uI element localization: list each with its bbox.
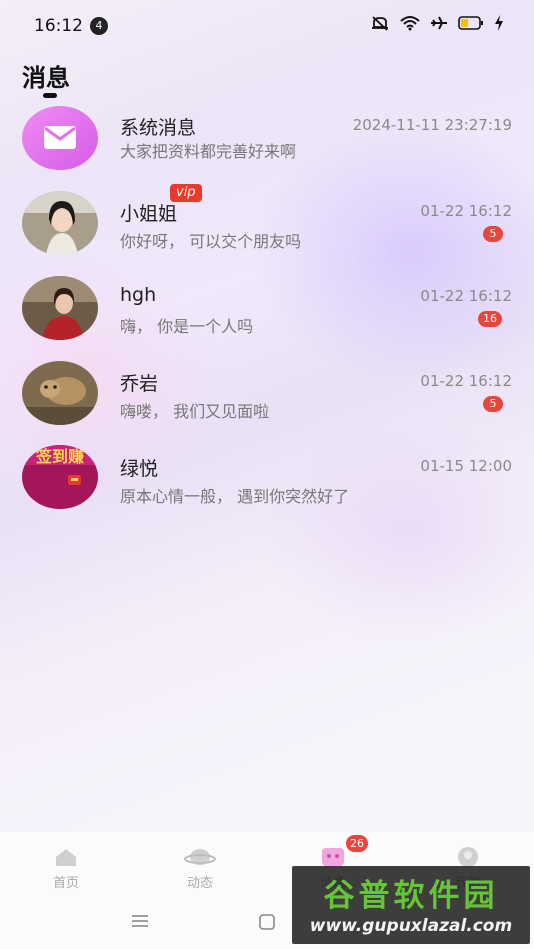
- conversation-name: 系统消息: [120, 117, 197, 139]
- wifi-icon: [400, 15, 420, 31]
- conversation-item-system[interactable]: 系统消息 大家把资料都完善好来啊 2024-11-11 23:27:19: [0, 100, 534, 185]
- avatar: 签到赚: [22, 445, 98, 509]
- watermark: 谷普软件园 www.gupuxlazal.com: [292, 866, 530, 944]
- mail-icon: [22, 106, 98, 170]
- airplane-mode-icon: [430, 15, 448, 31]
- avatar: [22, 361, 98, 425]
- status-time: 16:12: [34, 16, 83, 36]
- conversation-preview: 你好呀， 可以交个朋友吗: [120, 232, 302, 251]
- home-icon: [56, 849, 76, 866]
- conversation-preview: 原本心情一般， 遇到你突然好了: [120, 487, 350, 506]
- conversation-preview: 大家把资料都完善好来啊: [120, 142, 297, 161]
- nav-label: 首页: [52, 876, 79, 891]
- system-message-avatar: [22, 106, 98, 170]
- battery-icon: [458, 16, 484, 30]
- nav-tab-home[interactable]: 首页: [26, 846, 106, 891]
- conversation-time: 01-15 12:00: [420, 457, 512, 475]
- vip-badge: vip: [170, 184, 202, 202]
- conversation-time: 01-22 16:12: [420, 372, 512, 390]
- message-icon: [322, 848, 344, 866]
- conversation-time: 01-22 16:12: [420, 202, 512, 220]
- conversation-name: 绿悦: [120, 458, 159, 480]
- unread-badge: 5: [483, 226, 503, 242]
- unread-badge: 5: [483, 396, 503, 412]
- conversation-item[interactable]: 签到赚 绿悦 原本心情一般， 遇到你突然好了 01-15 12:00: [0, 441, 534, 526]
- charging-icon: [494, 15, 504, 31]
- conversation-preview: 嗨， 你是一个人吗: [120, 317, 254, 336]
- avatar: [22, 191, 98, 255]
- messages-unread-badge: 26: [346, 835, 368, 852]
- conversation-item[interactable]: hgh 嗨， 你是一个人吗 01-22 16:12 16: [0, 271, 534, 356]
- notification-count-badge: 4: [90, 17, 108, 35]
- status-icons: [370, 15, 504, 31]
- home-square-icon[interactable]: [258, 913, 276, 935]
- profile-icon: [458, 847, 478, 867]
- conversation-time: 01-22 16:12: [420, 287, 512, 305]
- title-underline: [43, 93, 57, 98]
- watermark-url: www.gupuxlazal.com: [309, 916, 513, 936]
- nav-label: 动态: [186, 876, 213, 891]
- avatar-text: 签到赚: [35, 447, 84, 466]
- conversation-item[interactable]: 小姐姐 你好呀， 可以交个朋友吗 01-22 16:12 5: [0, 186, 534, 271]
- planet-icon: [184, 849, 216, 865]
- conversation-name: 小姐姐: [120, 203, 178, 225]
- checkin-banner-image: 签到赚: [22, 445, 98, 509]
- conversation-name: 乔岩: [120, 373, 159, 395]
- watermark-title: 谷普软件园: [323, 878, 499, 914]
- nav-tab-moments[interactable]: 动态: [160, 846, 240, 891]
- conversation-name: hgh: [120, 284, 157, 306]
- status-bar: 16:12 4: [0, 0, 534, 52]
- conversation-preview: 嗨喽， 我们又见面啦: [120, 402, 270, 421]
- page-title: 消息: [22, 64, 70, 92]
- conversation-time: 2024-11-11 23:27:19: [352, 116, 512, 134]
- mute-icon: [370, 15, 390, 31]
- menu-icon[interactable]: [130, 913, 150, 933]
- avatar: [22, 276, 98, 340]
- conversation-item[interactable]: 乔岩 嗨喽， 我们又见面啦 01-22 16:12 5: [0, 356, 534, 441]
- unread-badge: 16: [478, 311, 502, 327]
